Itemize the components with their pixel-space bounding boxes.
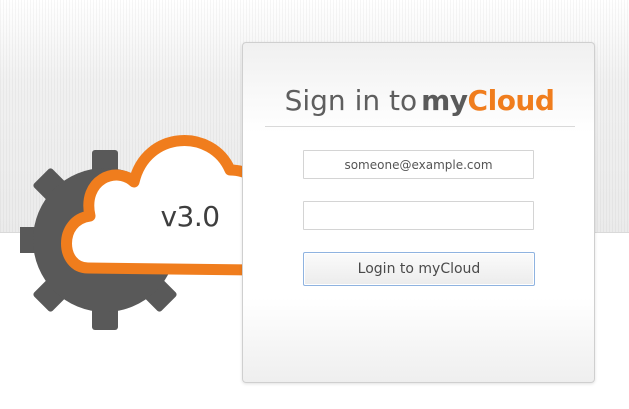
brand-cloud: Cloud [467, 84, 555, 117]
login-title: Sign in to myCloud [243, 83, 596, 119]
login-button[interactable]: Login to myCloud [303, 252, 535, 286]
email-field[interactable] [303, 150, 534, 179]
login-panel: Sign in tomyCloud Login to myCloud [242, 42, 595, 383]
title-divider [265, 126, 575, 127]
brand-name: myCloud [421, 84, 555, 117]
brand-my: my [421, 84, 468, 117]
version-label: v3.0 [160, 200, 220, 233]
password-field[interactable] [303, 201, 534, 230]
title-prefix: Sign in to [284, 84, 418, 117]
